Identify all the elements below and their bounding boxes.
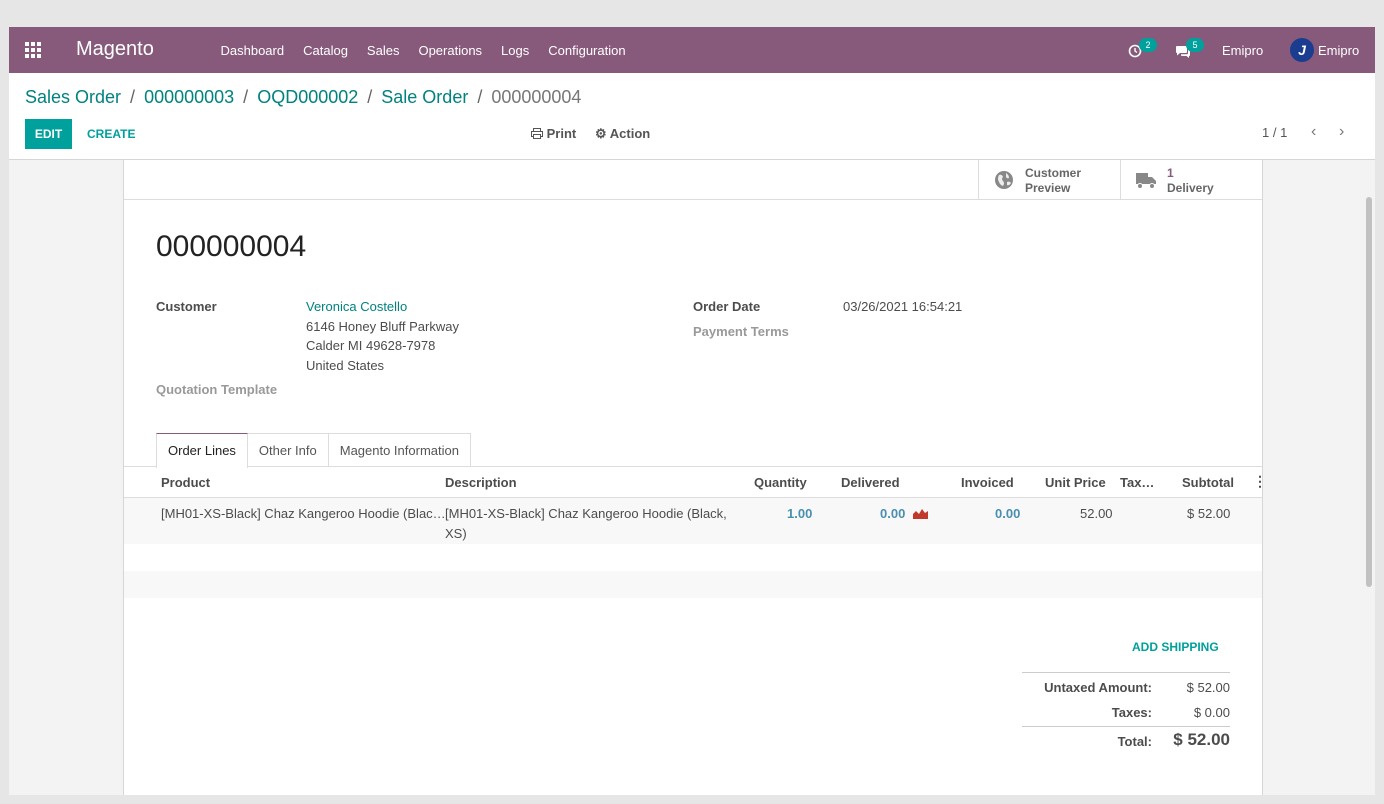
customer-label: Customer xyxy=(156,299,217,314)
action-label: Action xyxy=(609,126,651,141)
cell-invoiced: 0.00 xyxy=(995,506,1021,521)
column-unit-price[interactable]: Unit Price xyxy=(1045,475,1106,490)
activity-count-badge: 2 xyxy=(1139,38,1157,52)
cell-subtotal: $ 52.00 xyxy=(1187,506,1231,521)
tab-order-lines[interactable]: Order Lines xyxy=(156,433,248,468)
empty-row xyxy=(124,571,1262,598)
menu-item-sales[interactable]: Sales xyxy=(357,43,409,58)
menu-item-configuration[interactable]: Configuration xyxy=(539,43,635,58)
breadcrumb-000000003[interactable]: 000000003 xyxy=(144,87,234,108)
menu-item-dashboard[interactable]: Dashboard xyxy=(211,43,294,58)
smart-button-box: Customer Preview 1 Delivery xyxy=(124,160,1262,200)
company-switcher[interactable]: Emipro xyxy=(1222,43,1263,58)
taxes-label: Taxes: xyxy=(1111,705,1152,720)
breadcrumb-sale-order[interactable]: Sale Order xyxy=(381,87,468,108)
menu-item-catalog[interactable]: Catalog xyxy=(294,43,358,58)
notebook-tabs: Order Lines Other Info Magento Informati… xyxy=(156,433,471,468)
forecast-chart-icon[interactable] xyxy=(913,507,928,522)
cell-quantity: 1.00 xyxy=(787,506,813,521)
pager-next-icon[interactable]: › xyxy=(1339,123,1344,141)
page-scrollbar[interactable] xyxy=(1366,197,1372,587)
quotation-template-label: Quotation Template xyxy=(156,382,278,397)
print-icon xyxy=(531,128,543,139)
breadcrumb-separator: / xyxy=(477,87,483,107)
column-taxes[interactable]: Tax… xyxy=(1120,475,1154,490)
cell-delivered: 0.00 xyxy=(880,506,906,521)
user-avatar[interactable]: J xyxy=(1290,38,1314,62)
breadcrumb-separator: / xyxy=(130,87,136,107)
untaxed-amount-label: Untaxed Amount: xyxy=(1044,680,1152,695)
cell-description-line2: XS) xyxy=(445,526,467,541)
total-value: $ 52.00 xyxy=(1173,730,1230,749)
order-lines-table: Product Description Quantity Delivered I… xyxy=(124,467,1267,598)
table-header: Product Description Quantity Delivered I… xyxy=(124,467,1267,498)
breadcrumb-oqd000002[interactable]: OQD000002 xyxy=(257,87,358,108)
column-quantity[interactable]: Quantity xyxy=(754,475,807,490)
breadcrumb-separator: / xyxy=(367,87,373,107)
total-divider xyxy=(1022,726,1230,727)
pager-previous-icon[interactable]: ‹ xyxy=(1311,123,1316,141)
cell-description-line1: [MH01-XS-Black] Chaz Kangeroo Hoodie (Bl… xyxy=(445,506,727,521)
breadcrumb-current: 000000004 xyxy=(491,87,582,107)
customer-address-line2: Calder MI 49628-7978 xyxy=(306,338,436,353)
gear-icon: ⚙ xyxy=(595,126,607,141)
column-invoiced[interactable]: Invoiced xyxy=(961,475,1014,490)
add-shipping-button[interactable]: ADD SHIPPING xyxy=(1132,640,1219,654)
action-dropdown[interactable]: ⚙ Action xyxy=(595,126,650,142)
order-date-label: Order Date xyxy=(693,299,761,314)
main-menu: Dashboard Catalog Sales Operations Logs … xyxy=(211,27,635,73)
column-delivered[interactable]: Delivered xyxy=(841,475,900,490)
menu-item-logs[interactable]: Logs xyxy=(492,43,539,58)
globe-icon xyxy=(995,171,1013,189)
total-label: Total: xyxy=(1117,734,1152,749)
column-product[interactable]: Product xyxy=(161,475,210,490)
column-description[interactable]: Description xyxy=(445,475,517,490)
breadcrumb: Sales Order / 000000003 / OQD000002 / Sa… xyxy=(25,87,581,108)
truck-icon xyxy=(1136,173,1156,189)
menu-item-operations[interactable]: Operations xyxy=(409,43,492,58)
customer-address-line1: 6146 Honey Bluff Parkway xyxy=(306,319,459,334)
tab-magento-information[interactable]: Magento Information xyxy=(327,433,471,467)
empty-row xyxy=(124,544,1262,571)
print-dropdown[interactable]: Print xyxy=(531,126,576,141)
top-navbar: Magento Dashboard Catalog Sales Operatio… xyxy=(9,27,1375,73)
cell-unit-price: 52.00 xyxy=(1080,506,1113,521)
delivery-label: 1 Delivery xyxy=(1167,166,1214,195)
totals-divider xyxy=(1022,672,1230,673)
create-button[interactable]: CREATE xyxy=(77,119,145,149)
form-sheet: Customer Preview 1 Delivery 000000004 Cu… xyxy=(123,160,1267,795)
messages-icon[interactable]: 5 xyxy=(1175,38,1204,59)
table-row[interactable]: [MH01-XS-Black] Chaz Kangeroo Hoodie (Bl… xyxy=(124,498,1262,544)
taxes-value: $ 0.00 xyxy=(1193,705,1230,720)
pager-value[interactable]: 1 / 1 xyxy=(1262,125,1287,140)
app-window: Magento Dashboard Catalog Sales Operatio… xyxy=(9,27,1375,795)
payment-terms-label: Payment Terms xyxy=(693,324,789,339)
breadcrumb-separator: / xyxy=(243,87,249,107)
delivery-button[interactable]: 1 Delivery xyxy=(1120,160,1262,199)
messages-count-badge: 5 xyxy=(1186,38,1204,52)
cell-product: [MH01-XS-Black] Chaz Kangeroo Hoodie (Bl… xyxy=(161,506,446,521)
control-panel: Sales Order / 000000003 / OQD000002 / Sa… xyxy=(9,73,1375,160)
tab-other-info[interactable]: Other Info xyxy=(246,433,329,467)
order-title: 000000004 xyxy=(156,230,307,263)
customer-preview-label: Customer Preview xyxy=(1025,166,1082,195)
user-menu[interactable]: Emipro xyxy=(1318,43,1359,58)
customer-preview-button[interactable]: Customer Preview xyxy=(978,160,1120,199)
untaxed-amount-value: $ 52.00 xyxy=(1186,680,1230,695)
customer-link[interactable]: Veronica Costello xyxy=(306,299,407,314)
delivery-count: 1 xyxy=(1167,166,1174,180)
apps-menu-icon[interactable] xyxy=(25,42,41,58)
column-subtotal[interactable]: Subtotal xyxy=(1182,475,1234,490)
edit-button[interactable]: EDIT xyxy=(25,119,72,149)
customer-address-line3: United States xyxy=(306,358,385,373)
order-date-value: 03/26/2021 16:54:21 xyxy=(843,299,963,314)
activity-icon[interactable]: 2 xyxy=(1128,38,1157,59)
column-options-icon[interactable]: ⋮ xyxy=(1253,473,1267,490)
breadcrumb-sales-order[interactable]: Sales Order xyxy=(25,87,121,108)
print-label: Print xyxy=(546,126,577,141)
app-brand[interactable]: Magento xyxy=(76,38,154,61)
